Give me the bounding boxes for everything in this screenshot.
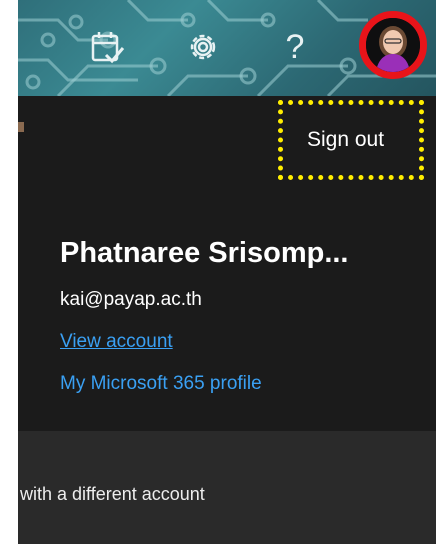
sign-out-link[interactable]: Sign out <box>307 128 384 152</box>
user-email: kai@payap.ac.th <box>60 289 202 310</box>
account-panel: Sign out Phatnaree Srisomp... kai@payap.… <box>18 96 436 431</box>
header-bar: ? <box>18 0 436 96</box>
avatar[interactable] <box>359 11 427 79</box>
help-icon[interactable]: ? <box>280 25 310 69</box>
calendar-check-icon[interactable] <box>88 28 126 66</box>
view-account-link[interactable]: View account <box>60 331 173 353</box>
user-display-name: Phatnaree Srisomp... <box>60 237 349 269</box>
other-account-section: with a different account <box>18 431 436 544</box>
panel-edge-marker <box>18 122 24 132</box>
microsoft-365-profile-link[interactable]: My Microsoft 365 profile <box>60 373 262 395</box>
sign-in-different-account-link[interactable]: with a different account <box>20 483 205 505</box>
gear-icon[interactable] <box>184 28 222 66</box>
account-manager-window: ? Sign out Phatnaree Srisomp... kai@paya… <box>18 0 436 544</box>
avatar-icon <box>366 18 420 72</box>
